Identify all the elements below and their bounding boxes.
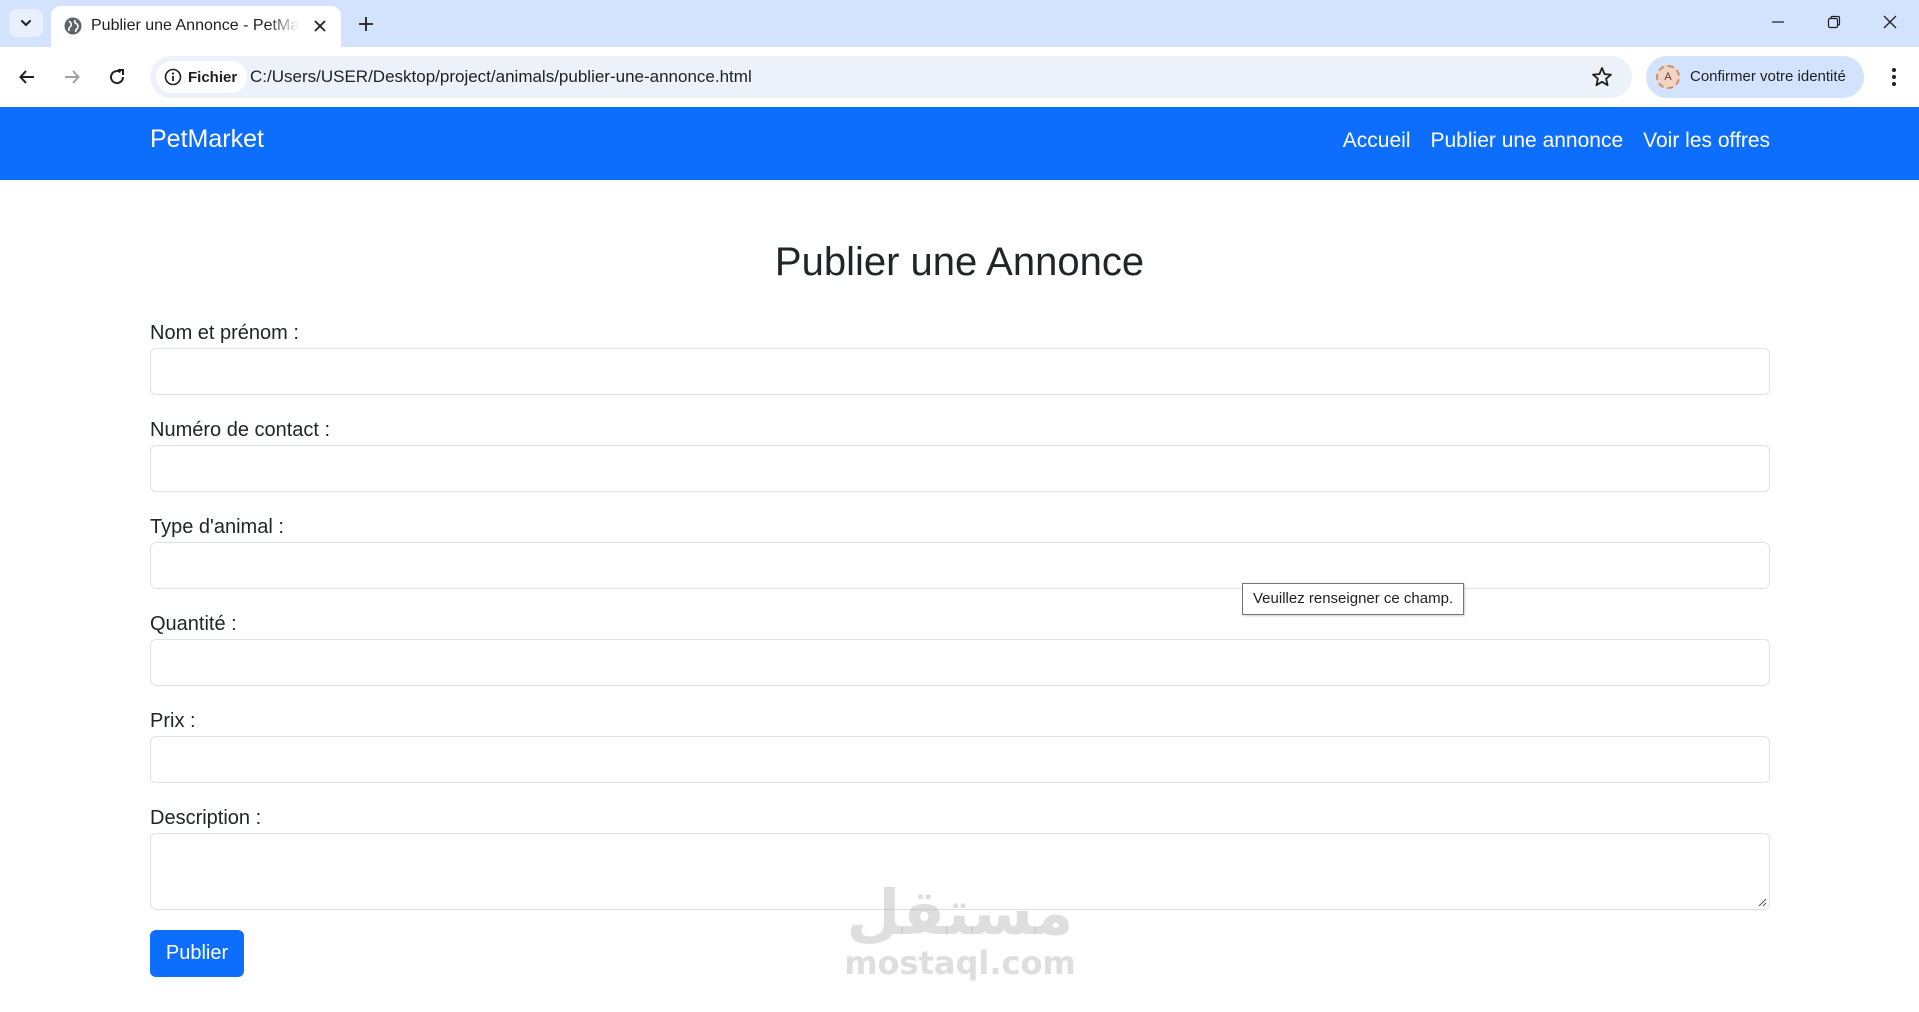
description-textarea[interactable]: [150, 833, 1770, 910]
globe-icon: [64, 17, 82, 35]
browser-tab-active[interactable]: Publier une Annonce - PetMarket: [51, 6, 341, 47]
reload-button[interactable]: [101, 61, 133, 93]
info-icon: [164, 68, 182, 86]
contact-input[interactable]: [150, 445, 1770, 492]
new-tab-button[interactable]: [352, 10, 380, 38]
tab-search-button[interactable]: [9, 9, 43, 37]
restore-icon: [1827, 15, 1841, 29]
nav-link-accueil[interactable]: Accueil: [1343, 129, 1411, 153]
tab-title: Publier une Annonce - PetMarket: [91, 17, 299, 34]
back-button[interactable]: [11, 61, 43, 93]
browser-toolbar: Fichier C:/Users/USER/Desktop/project/an…: [0, 47, 1919, 107]
name-input[interactable]: [150, 348, 1770, 395]
restore-button[interactable]: [1810, 6, 1858, 38]
arrow-right-icon: [65, 70, 80, 84]
animal-type-input[interactable]: [150, 542, 1770, 589]
publish-button[interactable]: Publier: [150, 930, 244, 977]
minimize-button[interactable]: [1754, 6, 1802, 38]
price-input[interactable]: [150, 736, 1770, 783]
quantity-input[interactable]: [150, 639, 1770, 686]
animal-type-label: Type d'animal :: [150, 516, 284, 538]
resize-handle-icon[interactable]: [1757, 897, 1767, 907]
forward-button[interactable]: [56, 61, 88, 93]
address-bar[interactable]: Fichier C:/Users/USER/Desktop/project/an…: [150, 56, 1632, 98]
url-text[interactable]: C:/Users/USER/Desktop/project/animals/pu…: [250, 67, 752, 87]
contact-label: Numéro de contact :: [150, 419, 331, 441]
avatar: A: [1656, 65, 1680, 89]
browser-tabstrip: Publier une Annonce - PetMarket: [0, 0, 1919, 47]
price-label: Prix :: [150, 710, 196, 732]
close-tab-icon[interactable]: [309, 15, 331, 37]
chevron-down-icon: [21, 20, 31, 27]
minimize-icon: [1772, 21, 1784, 23]
validation-tooltip: Veuillez renseigner ce champ.: [1242, 583, 1465, 615]
bookmark-star-icon[interactable]: [1590, 65, 1614, 89]
profile-label: Confirmer votre identité: [1690, 68, 1846, 85]
name-label: Nom et prénom :: [150, 322, 299, 344]
nav-links: Accueil Publier une annonce Voir les off…: [1343, 129, 1770, 153]
site-navbar: PetMarket Accueil Publier une annonce Vo…: [0, 107, 1919, 180]
close-window-button[interactable]: [1866, 6, 1914, 38]
arrow-left-icon: [19, 70, 34, 84]
page-title: Publier une Annonce: [774, 240, 1145, 284]
brand-logo-link[interactable]: PetMarket: [150, 125, 264, 154]
site-chip-label: Fichier: [188, 68, 238, 86]
watermark-latin: mostaql.com: [844, 944, 1076, 982]
more-vert-icon: [1892, 68, 1896, 86]
browser-menu-button[interactable]: [1878, 61, 1910, 93]
plus-icon: [359, 17, 373, 31]
close-icon: [1883, 15, 1897, 29]
nav-link-offres[interactable]: Voir les offres: [1643, 129, 1770, 153]
site-info-chip[interactable]: Fichier: [156, 61, 248, 93]
profile-button[interactable]: A Confirmer votre identité: [1646, 56, 1864, 98]
reload-icon: [110, 69, 125, 85]
quantity-label: Quantité :: [150, 613, 237, 635]
description-label: Description :: [150, 807, 262, 829]
nav-link-publier[interactable]: Publier une annonce: [1431, 129, 1624, 153]
